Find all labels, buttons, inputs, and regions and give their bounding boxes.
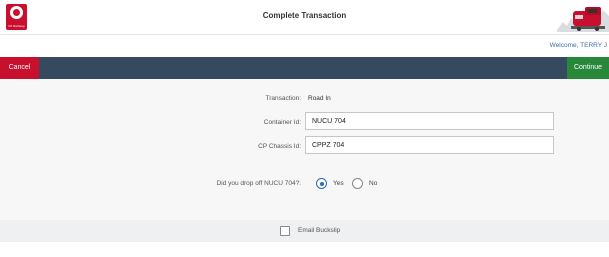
chassis-id-label: CP Chassis Id: [258,143,301,150]
train-icon [557,7,609,32]
logo-text: CP Railway [8,24,25,28]
action-bar: Cancel Continue [0,57,609,79]
dropoff-yes-label: Yes [333,180,344,187]
cancel-button[interactable]: Cancel [0,57,39,79]
email-buckslip-checkbox[interactable] [280,226,290,236]
chassis-id-field[interactable] [305,136,554,154]
dropoff-no-radio[interactable] [352,178,363,189]
transaction-form: Transaction: Road In Container Id: CP Ch… [0,79,609,220]
welcome-user-link[interactable]: Welcome, TERRY J [550,42,607,49]
container-id-field[interactable] [305,112,554,130]
container-id-label: Container Id: [263,119,301,126]
email-buckslip-label: Email Buckslip [298,227,341,234]
page-title: Complete Transaction [262,11,347,20]
transaction-value: Road In [308,95,331,102]
dropoff-yes-radio[interactable] [316,178,327,189]
transaction-label: Transaction: [265,95,301,102]
email-buckslip-bar: Email Buckslip [0,220,609,242]
app-header: CP Railway Complete Transaction [0,0,609,35]
dropoff-no-label: No [369,180,378,187]
welcome-bar: Welcome, TERRY J [0,36,609,56]
continue-button[interactable]: Continue [567,57,609,79]
dropoff-question: Did you drop off NUCU 704?: [216,180,301,187]
